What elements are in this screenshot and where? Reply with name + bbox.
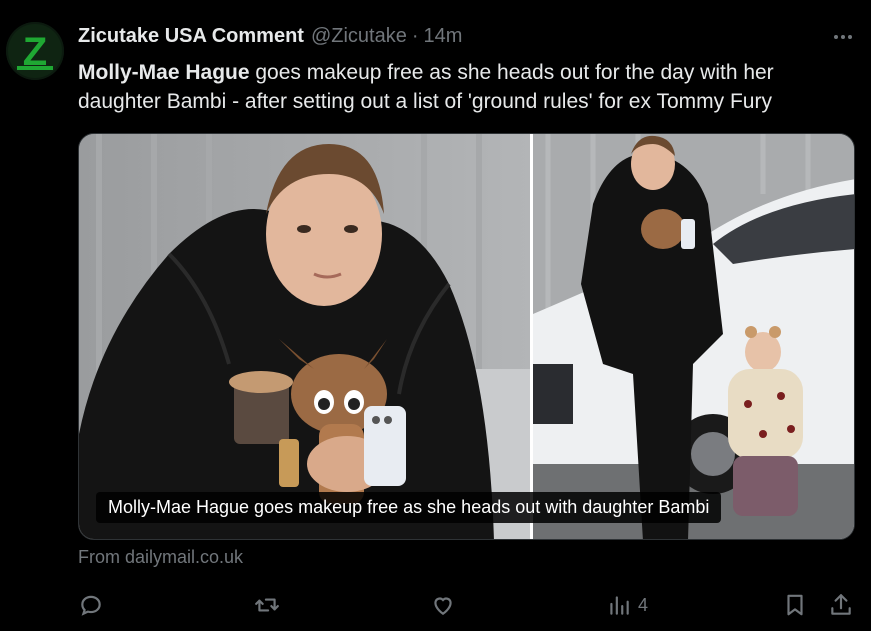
reply-button[interactable] (78, 590, 104, 620)
tweet-text-bold: Molly-Mae Hague (78, 61, 250, 84)
link-source[interactable]: From dailymail.co.uk (78, 547, 243, 568)
like-button[interactable] (430, 590, 456, 620)
action-bar: 4 (78, 590, 858, 620)
more-dot (848, 35, 852, 39)
retweet-button[interactable] (254, 590, 280, 620)
author-handle[interactable]: @Zicutake (311, 25, 407, 48)
more-dot (841, 35, 845, 39)
tweet-header: Zicutake USA Comment @Zicutake · 14m (78, 25, 462, 51)
bookmark-icon (787, 594, 803, 616)
bookmark-button[interactable] (782, 590, 808, 620)
author-name[interactable]: Zicutake USA Comment (78, 25, 304, 48)
avatar[interactable]: Z (6, 22, 64, 80)
views-count: 4 (638, 594, 649, 615)
photo-right (533, 134, 854, 539)
more-options-button[interactable] (831, 27, 855, 47)
share-icon (831, 594, 851, 615)
timestamp[interactable]: 14m (424, 25, 463, 48)
more-horizontal-icon (834, 35, 838, 39)
views-icon (610, 596, 629, 615)
separator: · (411, 25, 419, 47)
reply-icon (81, 595, 101, 616)
views-button[interactable]: 4 (606, 590, 648, 620)
media-card[interactable]: Molly-Mae Hague goes makeup free as she … (78, 133, 855, 540)
retweet-icon (255, 598, 279, 612)
photo-left (79, 134, 530, 539)
media-caption: Molly-Mae Hague goes makeup free as she … (96, 492, 722, 523)
like-icon (434, 597, 452, 615)
share-button[interactable] (828, 590, 854, 620)
tweet-text: Molly-Mae Hague goes makeup free as she … (78, 58, 858, 116)
